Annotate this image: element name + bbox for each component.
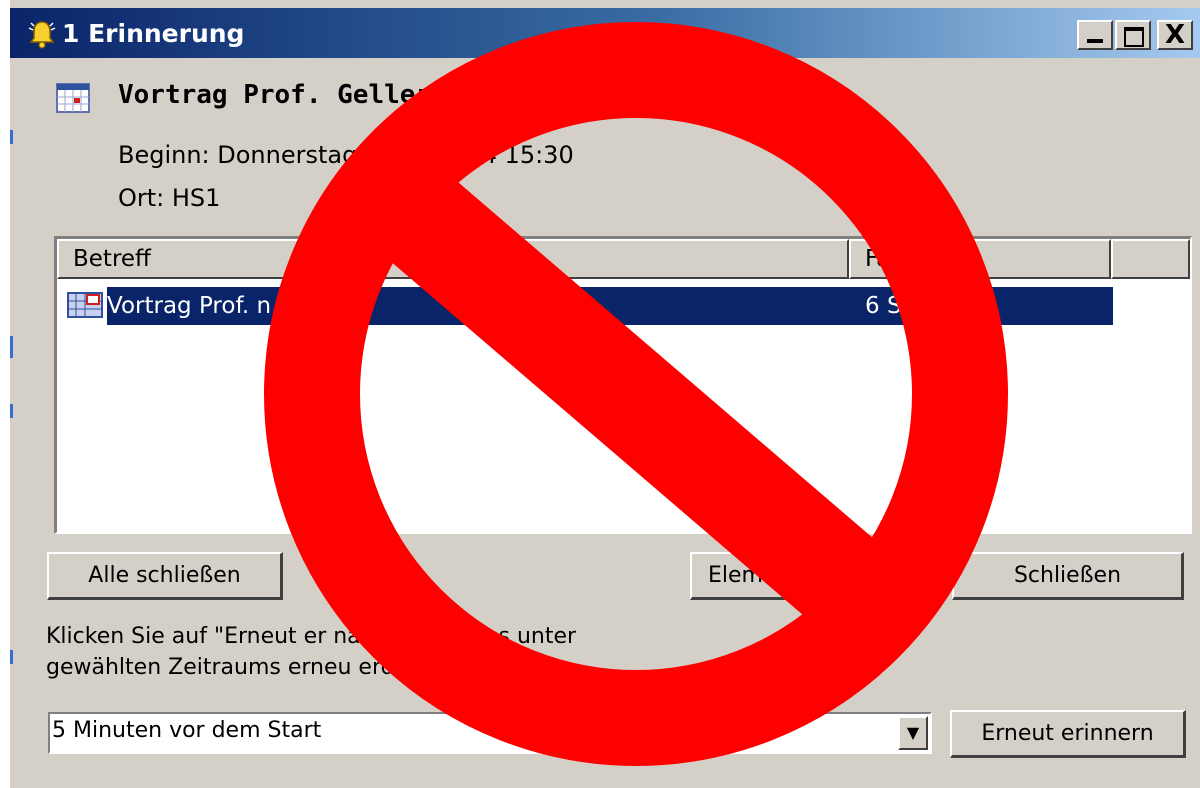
list-item-subject: Vortrag Prof. n <box>107 293 272 319</box>
snooze-hint-line-1: Klicken Sie auf "Erneut er nach Ablauf d… <box>46 624 577 649</box>
dismiss-all-button[interactable]: Alle schließen <box>47 552 283 600</box>
reminder-start-time: Beginn: Donnerstag mber 2004 15:30 <box>118 141 574 169</box>
minimize-icon <box>1087 39 1103 43</box>
calendar-icon <box>56 83 90 113</box>
open-item-button[interactable]: Elem <box>690 552 926 600</box>
appointment-icon <box>67 292 103 318</box>
snooze-hint: Klicken Sie auf "Erneut er nach Ablauf d… <box>46 621 576 683</box>
snooze-time-select[interactable]: 5 Minuten vor dem Start ▼ <box>48 712 932 754</box>
snooze-button[interactable]: Erneut erinnern <box>950 710 1186 758</box>
list-item-due: 6 St <box>865 293 911 319</box>
close-icon: X <box>1164 20 1186 50</box>
reminder-list[interactable]: Betreff Fä Vortrag Prof. n 6 St <box>54 236 1192 534</box>
maximize-icon <box>1124 27 1144 47</box>
dismiss-button[interactable]: Schließen <box>952 552 1184 600</box>
reminder-window: 1 Erinnerung X Vortrag Prof. Gellerse Be… <box>8 0 1200 788</box>
reminder-location: Ort: HS1 <box>118 184 221 212</box>
chevron-down-icon[interactable]: ▼ <box>898 716 928 750</box>
snooze-time-value: 5 Minuten vor dem Start <box>52 718 322 743</box>
title-bar[interactable]: 1 Erinnerung X <box>10 8 1200 58</box>
close-button[interactable]: X <box>1157 20 1193 50</box>
reminder-subject: Vortrag Prof. Gellerse <box>118 80 463 110</box>
column-header-filler <box>1111 239 1190 279</box>
window-title: 1 Erinnerung <box>62 19 245 48</box>
minimize-button[interactable] <box>1077 20 1113 50</box>
maximize-button[interactable] <box>1115 20 1151 50</box>
bell-icon <box>28 21 56 49</box>
column-header-subject[interactable]: Betreff <box>57 239 849 279</box>
list-header: Betreff Fä <box>57 239 1190 279</box>
snooze-hint-line-2: gewählten Zeitraums erneu erden. <box>46 655 430 680</box>
column-header-due[interactable]: Fä <box>849 239 1111 279</box>
